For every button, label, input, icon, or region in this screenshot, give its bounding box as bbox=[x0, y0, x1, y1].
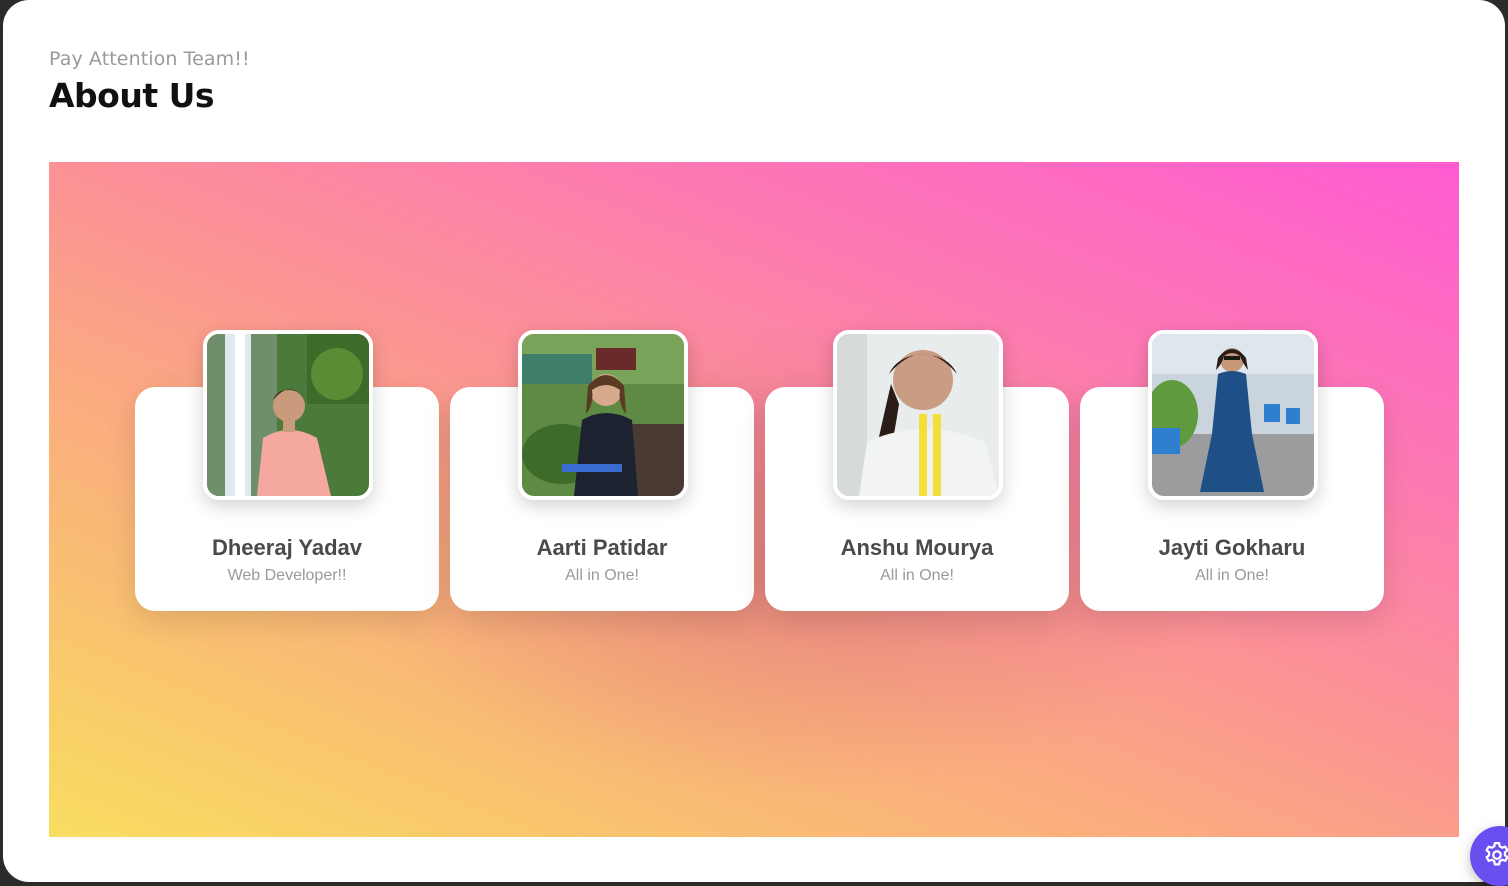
team-member-role: All in One! bbox=[565, 567, 639, 584]
team-member-name: Dheeraj Yadav bbox=[211, 535, 363, 560]
avatar bbox=[203, 330, 373, 500]
page-title: About Us bbox=[49, 76, 215, 115]
gear-icon bbox=[1485, 842, 1508, 866]
portrait-garden-photo bbox=[522, 334, 684, 496]
team-banner: Dheeraj Yadav Web Developer!! Aarti Pati… bbox=[49, 162, 1459, 837]
team-member-name: Jayti Gokharu bbox=[1158, 535, 1306, 560]
portrait-plants-photo bbox=[1152, 334, 1314, 496]
team-card-jayti-gokharu: Jayti Gokharu All in One! bbox=[1080, 330, 1384, 611]
portrait-waterfall-photo bbox=[207, 334, 369, 496]
team-card-aarti-patidar: Aarti Patidar All in One! bbox=[450, 330, 754, 611]
page-container: Pay Attention Team!! About Us Dheeraj Ya… bbox=[3, 0, 1505, 882]
team-member-role: All in One! bbox=[1195, 567, 1269, 584]
section-subtitle: Pay Attention Team!! bbox=[49, 48, 250, 70]
team-member-name: Aarti Patidar bbox=[536, 535, 668, 560]
avatar bbox=[518, 330, 688, 500]
team-card-dheeraj-yadav: Dheeraj Yadav Web Developer!! bbox=[135, 330, 439, 611]
portrait-selfie-photo bbox=[837, 334, 999, 496]
avatar bbox=[1148, 330, 1318, 500]
team-card-anshu-mourya: Anshu Mourya All in One! bbox=[765, 330, 1069, 611]
team-member-role: Web Developer!! bbox=[227, 567, 347, 584]
team-member-role: All in One! bbox=[880, 567, 954, 584]
avatar bbox=[833, 330, 1003, 500]
team-member-name: Anshu Mourya bbox=[840, 535, 994, 560]
